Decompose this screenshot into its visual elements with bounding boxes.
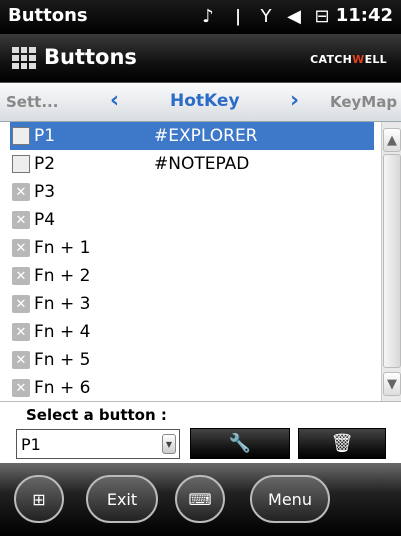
tab-keymap[interactable]: KeyMap bbox=[330, 93, 397, 111]
keyboard-icon: ⌨ bbox=[188, 489, 212, 509]
signal-icon[interactable]: Y bbox=[254, 5, 278, 29]
unassigned-icon: ✕ bbox=[12, 323, 30, 341]
list-item[interactable]: ✕ Fn + 2 bbox=[10, 262, 374, 290]
list-item[interactable]: ✕ Fn + 1 bbox=[10, 234, 374, 262]
menu-label: Menu bbox=[268, 489, 312, 509]
select-button-label: Select a button : bbox=[26, 406, 167, 424]
list-item-name: Fn + 5 bbox=[34, 350, 91, 370]
tab-bar: Sett... ‹ HotKey › KeyMap bbox=[0, 83, 401, 122]
chevron-right-icon[interactable]: › bbox=[290, 88, 299, 113]
status-title: Buttons bbox=[8, 5, 88, 26]
list-item-name: Fn + 2 bbox=[34, 266, 91, 286]
list-item-name: Fn + 1 bbox=[34, 238, 91, 258]
keyboard-button[interactable]: ⌨ bbox=[175, 475, 225, 523]
button-select[interactable]: P1 ▼ bbox=[16, 429, 180, 459]
title-bar: Buttons CATCHWELL bbox=[0, 34, 401, 83]
button-list[interactable]: P1 #EXPLORER P2 #NOTEPAD ✕ P3 ✕ P4 ✕ Fn + 1 ✕ Fn + … bbox=[0, 122, 401, 401]
list-item-value: #NOTEPAD bbox=[154, 154, 250, 174]
delete-button[interactable]: 🗑 bbox=[298, 428, 386, 459]
trash-icon: 🗑 bbox=[330, 433, 354, 454]
unassigned-icon: ✕ bbox=[12, 351, 30, 369]
unassigned-icon: ✕ bbox=[12, 211, 30, 229]
exit-button[interactable]: Exit bbox=[86, 475, 158, 523]
scroll-up-icon[interactable]: ▲ bbox=[383, 128, 401, 152]
list-item[interactable]: ✕ Fn + 6 bbox=[10, 374, 374, 401]
wrench-icon: 🔧 bbox=[228, 433, 252, 454]
list-item[interactable]: ✕ Fn + 3 bbox=[10, 290, 374, 318]
antenna-icon[interactable]: ǀ bbox=[226, 5, 250, 29]
unassigned-icon: ✕ bbox=[12, 379, 30, 397]
speaker-icon[interactable]: ◀ bbox=[282, 5, 306, 29]
program-icon bbox=[12, 155, 30, 173]
app-title: Buttons bbox=[44, 45, 137, 69]
list-item[interactable]: ✕ P4 bbox=[10, 206, 374, 234]
list-item-name: Fn + 4 bbox=[34, 322, 91, 342]
list-item-name: P2 bbox=[34, 154, 56, 174]
unassigned-icon: ✕ bbox=[12, 239, 30, 257]
configure-button[interactable]: 🔧 bbox=[190, 428, 290, 459]
battery-icon[interactable]: ⊟ bbox=[310, 5, 334, 29]
menu-button[interactable]: Menu bbox=[250, 475, 330, 523]
list-item-name: P1 bbox=[34, 126, 56, 146]
unassigned-icon: ✕ bbox=[12, 183, 30, 201]
volume-alert-icon[interactable]: ♪ bbox=[196, 5, 220, 29]
list-item[interactable]: P2 #NOTEPAD bbox=[10, 150, 374, 178]
tab-hotkey[interactable]: HotKey bbox=[170, 91, 240, 111]
list-item-name: Fn + 6 bbox=[34, 378, 91, 398]
app-grid-icon bbox=[12, 47, 36, 69]
tab-settings[interactable]: Sett... bbox=[6, 93, 58, 111]
start-button[interactable]: ⊞ bbox=[14, 475, 64, 523]
status-bar: Buttons ♪ ǀ Y ◀ ⊟ 11:42 bbox=[0, 0, 401, 34]
scroll-thumb[interactable] bbox=[383, 154, 401, 368]
list-item[interactable]: P1 #EXPLORER bbox=[10, 122, 374, 150]
list-item-name: Fn + 3 bbox=[34, 294, 91, 314]
list-item-name: P4 bbox=[34, 210, 56, 230]
program-icon bbox=[12, 127, 30, 145]
dropdown-icon[interactable]: ▼ bbox=[162, 434, 176, 454]
unassigned-icon: ✕ bbox=[12, 267, 30, 285]
windows-logo-icon: ⊞ bbox=[32, 489, 46, 509]
softkey-bar: ⊞ Exit ⌨ Menu bbox=[0, 463, 401, 536]
scroll-down-icon[interactable]: ▼ bbox=[383, 372, 401, 396]
clock[interactable]: 11:42 bbox=[336, 5, 393, 26]
list-item[interactable]: ✕ P3 bbox=[10, 178, 374, 206]
list-item[interactable]: ✕ Fn + 5 bbox=[10, 346, 374, 374]
exit-label: Exit bbox=[106, 489, 138, 509]
brand-logo: CATCHWELL bbox=[310, 53, 387, 66]
list-item-name: P3 bbox=[34, 182, 56, 202]
unassigned-icon: ✕ bbox=[12, 295, 30, 313]
button-select-value: P1 bbox=[21, 435, 41, 454]
list-item[interactable]: ✕ Fn + 4 bbox=[10, 318, 374, 346]
select-panel: Select a button : P1 ▼ 🔧 🗑 bbox=[0, 401, 401, 463]
chevron-left-icon[interactable]: ‹ bbox=[110, 88, 119, 113]
scrollbar[interactable]: ▲ ▼ bbox=[381, 122, 401, 401]
list-item-value: #EXPLORER bbox=[154, 126, 258, 146]
